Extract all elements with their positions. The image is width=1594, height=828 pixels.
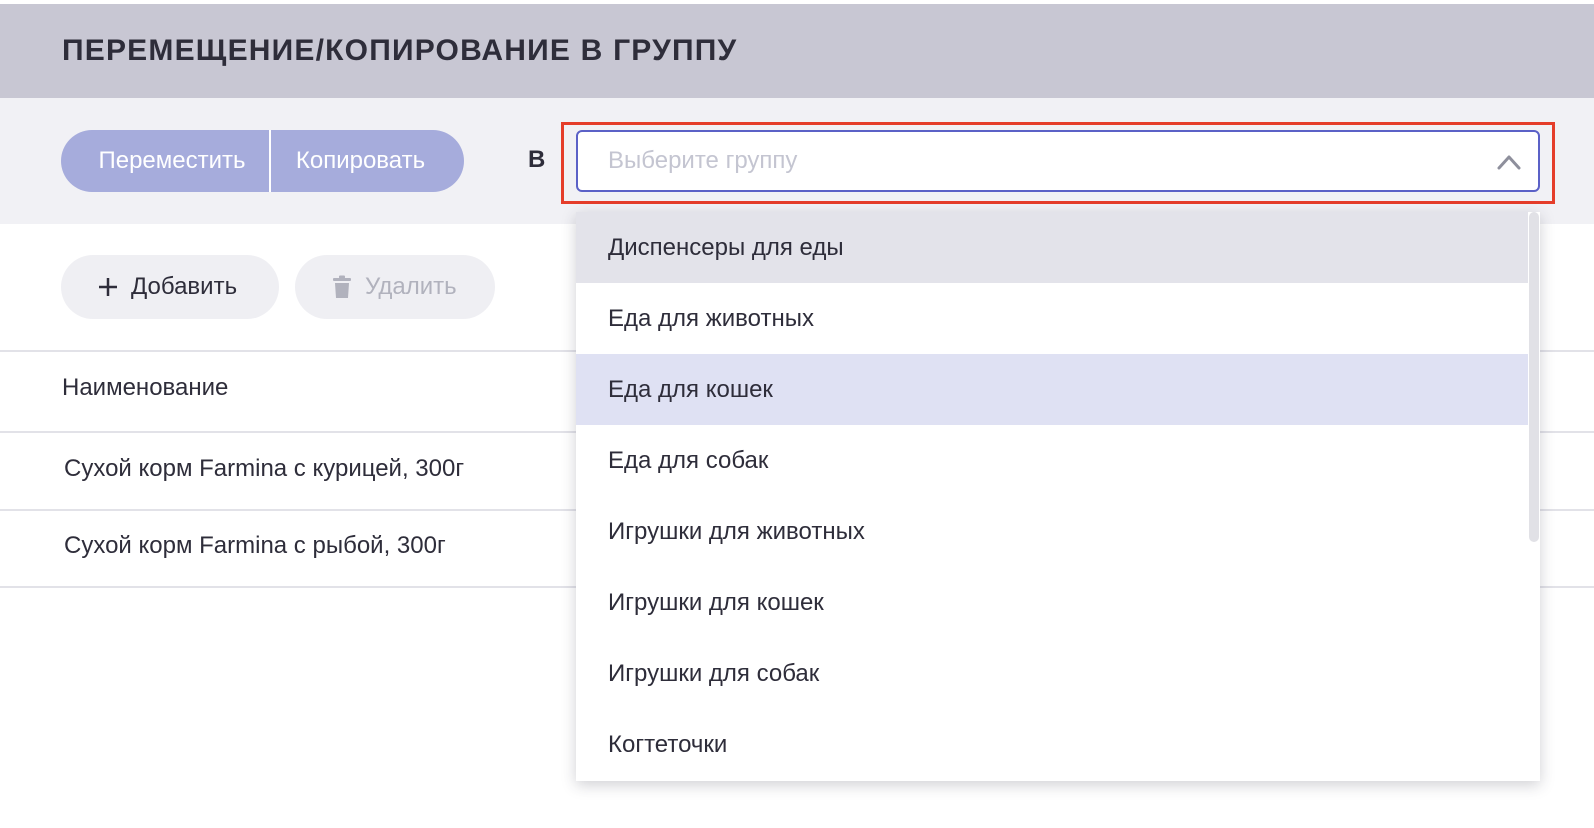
- chevron-up-icon[interactable]: [1496, 152, 1522, 172]
- dropdown-option[interactable]: Еда для собак: [576, 425, 1528, 496]
- copy-button[interactable]: Копировать: [271, 130, 464, 192]
- column-header-name: Наименование: [62, 374, 229, 401]
- dropdown-option[interactable]: Игрушки для животных: [576, 496, 1528, 567]
- add-button[interactable]: Добавить: [61, 255, 279, 319]
- dropdown-option[interactable]: Еда для животных: [576, 283, 1528, 354]
- dropdown-scrollbar-thumb[interactable]: [1529, 212, 1539, 542]
- dropdown-option[interactable]: Игрушки для собак: [576, 638, 1528, 709]
- delete-button-label: Удалить: [365, 273, 457, 300]
- mode-segmented-control: Переместить Копировать: [61, 130, 464, 192]
- dropdown-option[interactable]: Еда для кошек: [576, 354, 1528, 425]
- dropdown-scrollbar[interactable]: [1528, 212, 1540, 781]
- group-select[interactable]: Выберите группу: [576, 130, 1540, 192]
- dropdown-option[interactable]: Когтеточки: [576, 709, 1528, 780]
- plus-icon: [99, 278, 117, 296]
- group-select-placeholder: Выберите группу: [608, 147, 798, 174]
- table-row[interactable]: Сухой корм Farmina с курицей, 300г: [64, 455, 464, 483]
- trash-icon: [333, 275, 351, 298]
- table-row[interactable]: Сухой корм Farmina с рыбой, 300г: [64, 532, 446, 560]
- group-dropdown-menu: Диспенсеры для еды Еда для животных Еда …: [576, 212, 1540, 781]
- dropdown-option[interactable]: Диспенсеры для еды: [576, 212, 1528, 283]
- delete-button[interactable]: Удалить: [295, 255, 495, 319]
- dropdown-option[interactable]: Игрушки для кошек: [576, 567, 1528, 638]
- move-button[interactable]: Переместить: [61, 130, 271, 192]
- page-title: ПЕРЕМЕЩЕНИЕ/КОПИРОВАНИЕ В ГРУППУ: [62, 34, 738, 67]
- page-header: ПЕРЕМЕЩЕНИЕ/КОПИРОВАНИЕ В ГРУППУ: [0, 4, 1594, 98]
- target-group-label: В: [528, 146, 546, 173]
- add-button-label: Добавить: [131, 273, 238, 300]
